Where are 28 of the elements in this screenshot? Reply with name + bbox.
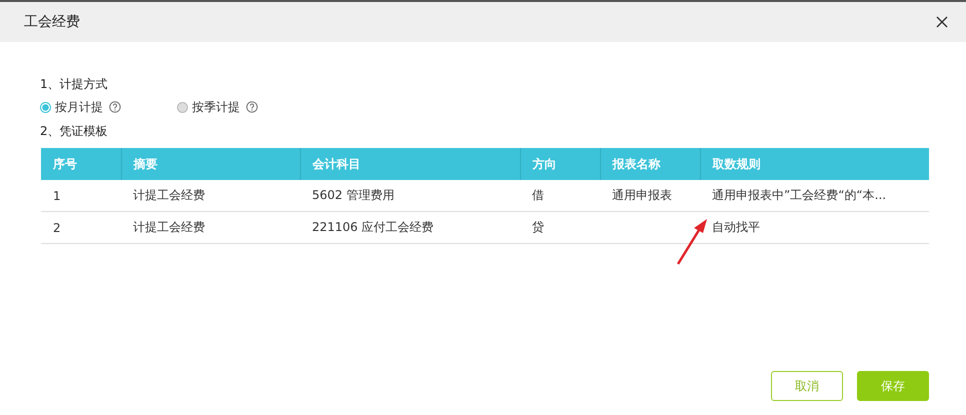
section-title: 1、计提方式: [40, 76, 109, 93]
radio-button[interactable]: [177, 102, 188, 112]
table-cell: 计提工会经费: [133, 220, 205, 234]
column-header: 报表名称: [600, 148, 700, 180]
column-header: 方向: [520, 148, 600, 180]
table-cell: 1: [53, 188, 61, 202]
section-title: 2、凭证模板: [40, 123, 109, 140]
option-label[interactable]: 按季计提: [192, 98, 240, 116]
table-cell: 自动找平: [712, 220, 760, 234]
column-header: 摘要: [121, 148, 300, 180]
column-header: 会计科目: [300, 148, 520, 180]
radio-button[interactable]: [40, 102, 51, 112]
column-header: 序号: [41, 148, 121, 180]
table-cell: 贷: [532, 220, 544, 234]
arrow-annotation: [675, 218, 709, 266]
table-cell: 借: [532, 188, 544, 202]
table-cell: 2: [53, 220, 61, 234]
table-cell: 计提工会经费: [133, 188, 205, 202]
option-label[interactable]: 按月计提: [55, 98, 103, 116]
column-header: 取数规则: [700, 148, 929, 180]
help-icon[interactable]: [109, 101, 121, 113]
table-cell: 通用申报表: [612, 188, 672, 202]
dialog-title: 工会经费: [24, 13, 80, 31]
table-cell: 通用申报表中”工会经费“的“本...: [712, 188, 886, 202]
help-icon[interactable]: [246, 101, 258, 113]
close-icon[interactable]: [936, 16, 948, 28]
table-cell: 5602 管理费用: [312, 188, 394, 202]
table-cell: 221106 应付工会经费: [312, 220, 434, 234]
